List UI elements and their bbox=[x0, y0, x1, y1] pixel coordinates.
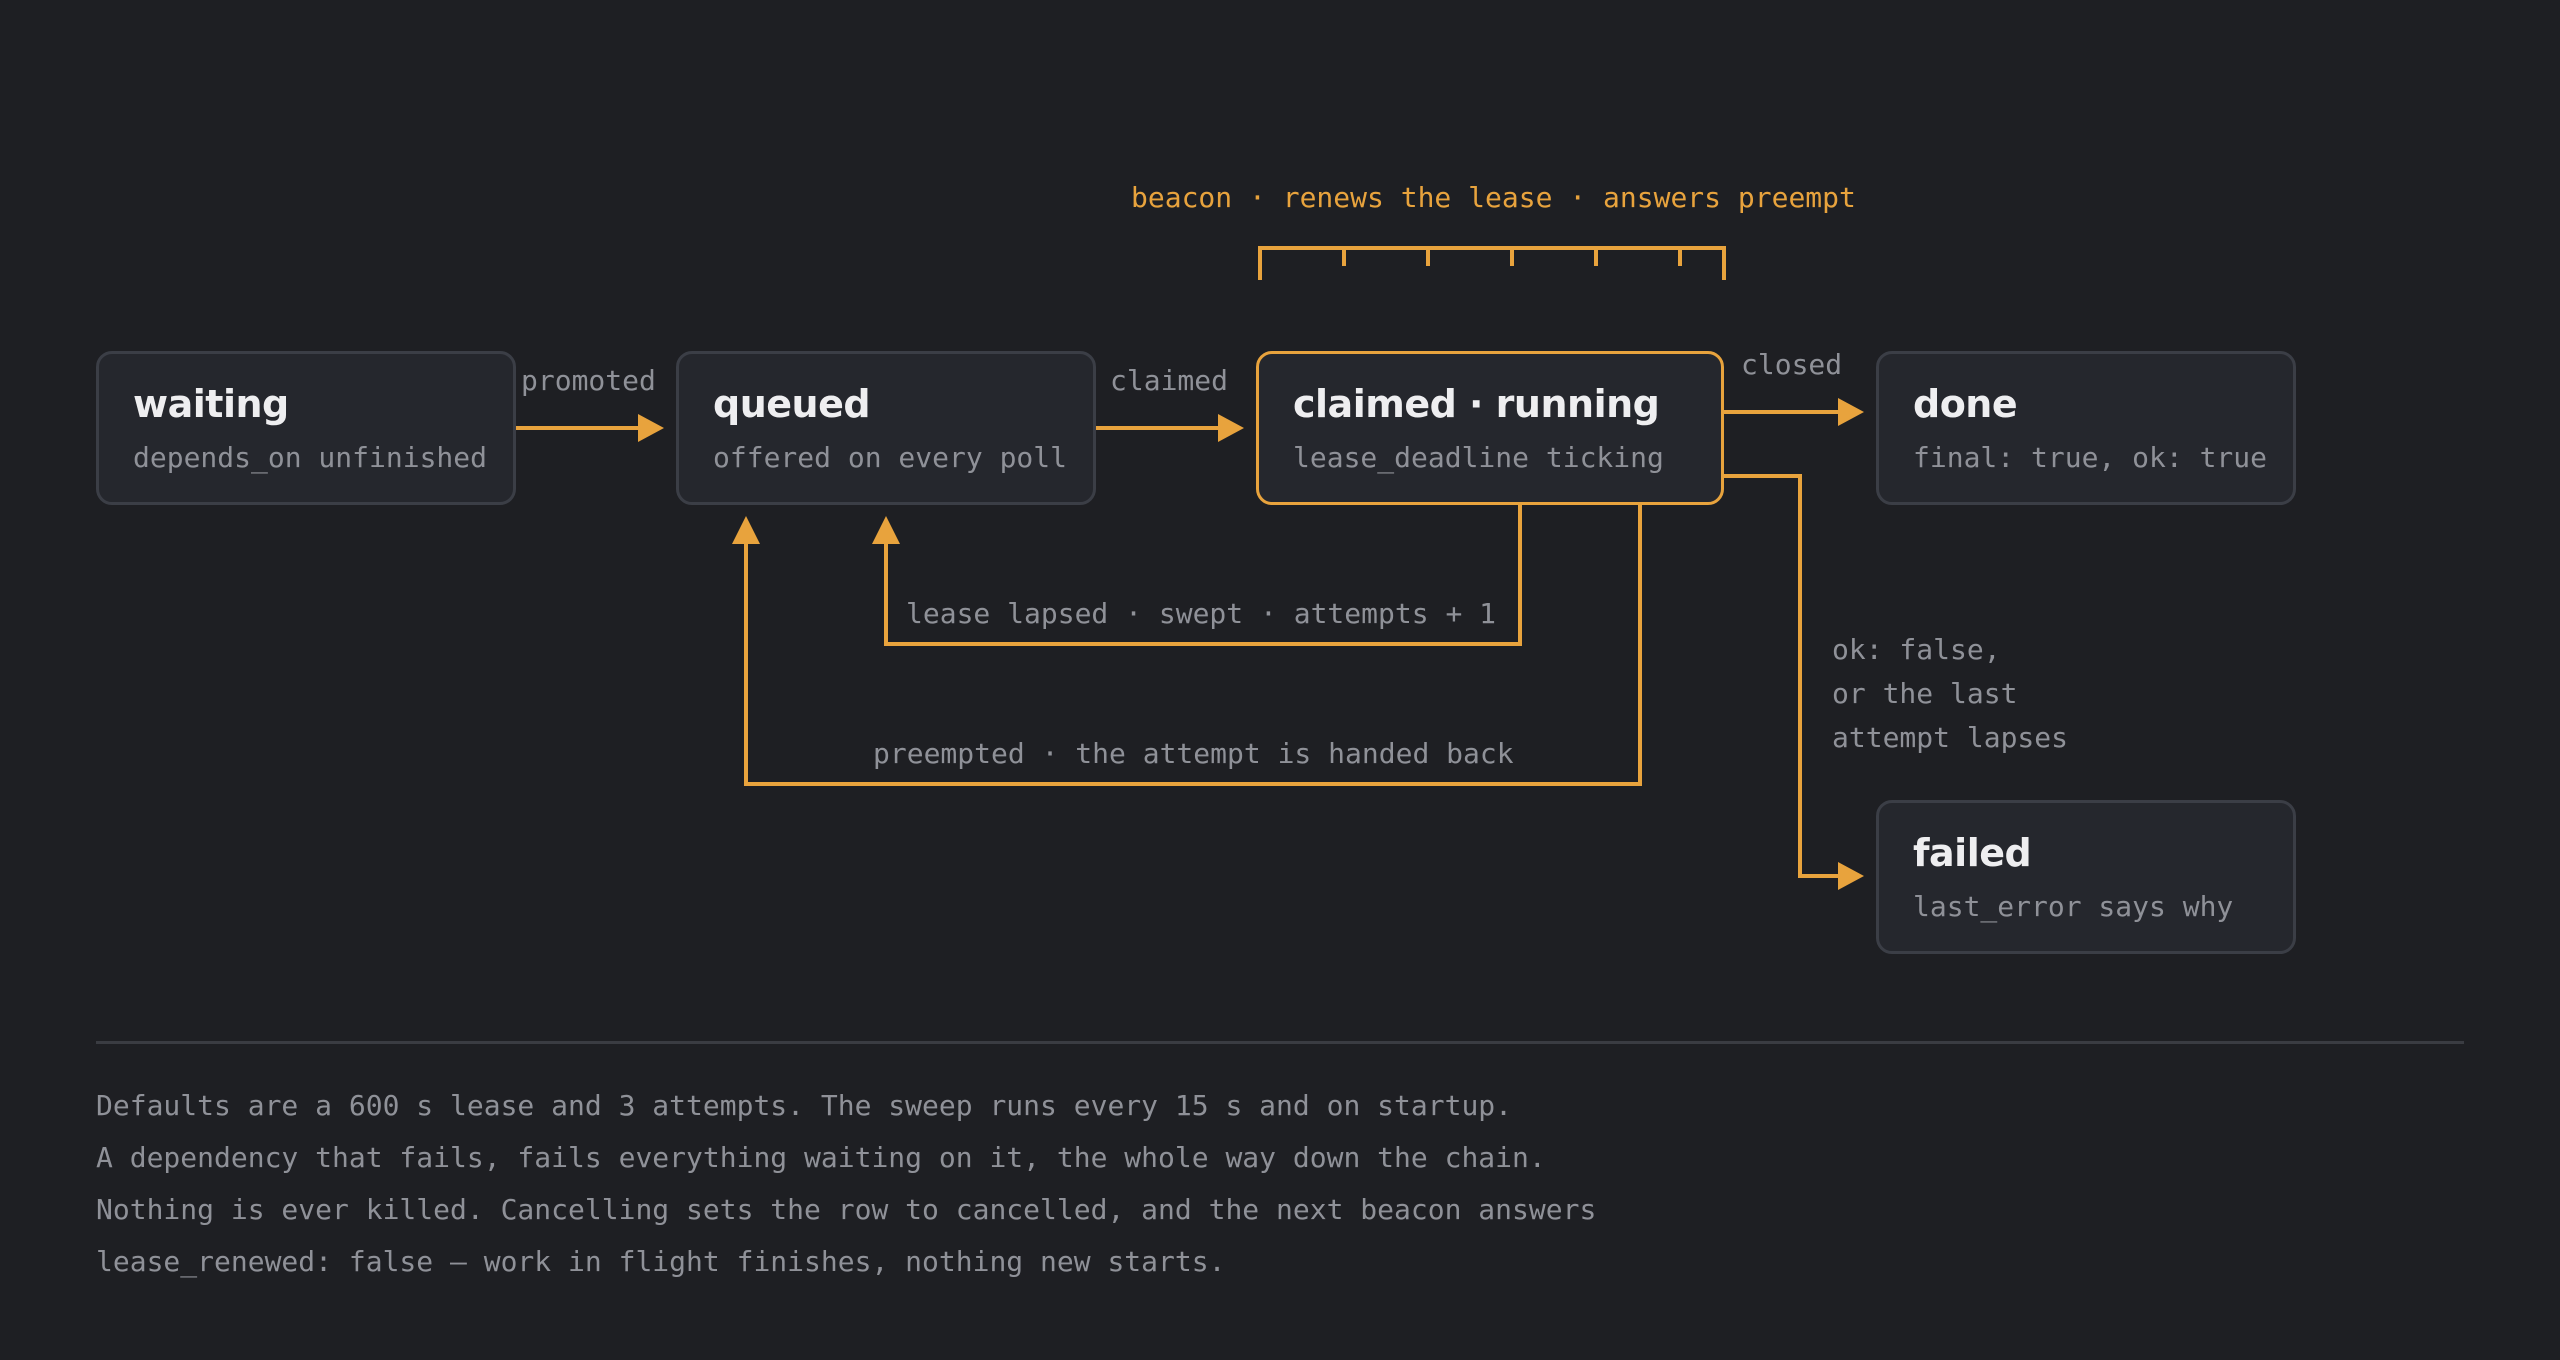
state-waiting: waiting depends_on unfinished bbox=[96, 351, 516, 505]
state-title: failed bbox=[1913, 831, 2032, 875]
arrowhead-closed bbox=[1838, 398, 1864, 426]
transition-label-preempted: preempted · the attempt is handed back bbox=[873, 737, 1514, 770]
arrowhead-failed bbox=[1838, 862, 1864, 890]
beacon-bracket bbox=[1258, 246, 1726, 280]
transition-label-promoted: promoted bbox=[521, 364, 656, 397]
arrowhead-lease-lapsed bbox=[872, 516, 900, 544]
transition-label-lease-lapsed: lease lapsed · swept · attempts + 1 bbox=[906, 597, 1497, 630]
divider bbox=[96, 1041, 2464, 1044]
footnotes: Defaults are a 600 s lease and 3 attempt… bbox=[96, 1080, 1596, 1288]
state-title: claimed · running bbox=[1293, 382, 1660, 426]
arrow-failed bbox=[1724, 474, 1840, 878]
state-subtitle: depends_on unfinished bbox=[133, 441, 488, 474]
transition-label-failed: ok: false, or the last attempt lapses bbox=[1832, 633, 2069, 754]
state-title: queued bbox=[713, 382, 871, 426]
arrowhead-claimed bbox=[1218, 414, 1244, 442]
note-line: A dependency that fails, fails everythin… bbox=[96, 1141, 1546, 1174]
state-claimed-running: claimed · running lease_deadline ticking bbox=[1256, 351, 1724, 505]
state-subtitle: lease_deadline ticking bbox=[1293, 441, 1664, 474]
arrowhead-preempted bbox=[732, 516, 760, 544]
state-subtitle: last_error says why bbox=[1913, 890, 2234, 923]
state-title: done bbox=[1913, 382, 2018, 426]
state-subtitle: offered on every poll bbox=[713, 441, 1068, 474]
note-line: Defaults are a 600 s lease and 3 attempt… bbox=[96, 1089, 1513, 1122]
transition-label-claimed: claimed bbox=[1110, 364, 1229, 397]
state-queued: queued offered on every poll bbox=[676, 351, 1096, 505]
note-line: lease_renewed: false — work in flight fi… bbox=[96, 1245, 1226, 1278]
note-line: Nothing is ever killed. Cancelling sets … bbox=[96, 1193, 1597, 1226]
state-title: waiting bbox=[133, 382, 289, 426]
beacon-label: beacon · renews the lease · answers pree… bbox=[1131, 181, 1856, 214]
state-done: done final: true, ok: true bbox=[1876, 351, 2296, 505]
state-failed: failed last_error says why bbox=[1876, 800, 2296, 954]
arrowhead-promoted bbox=[638, 414, 664, 442]
transition-label-closed: closed bbox=[1741, 348, 1843, 381]
state-subtitle: final: true, ok: true bbox=[1913, 441, 2268, 474]
